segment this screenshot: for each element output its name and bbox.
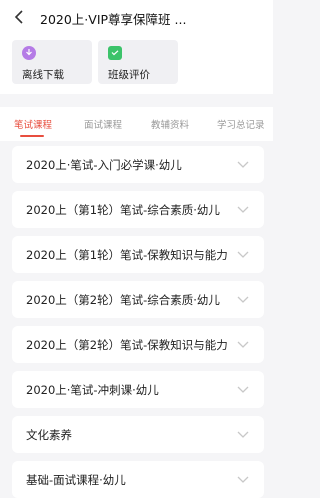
chevron-left-icon bbox=[14, 10, 23, 24]
course-item-label: 2020上（第2轮）笔试-保教知识与能力 bbox=[26, 338, 228, 352]
class-review-button[interactable]: 班级评价 bbox=[98, 40, 178, 84]
course-item-label: 2020上（第1轮）笔试-综合素质·幼儿 bbox=[26, 203, 220, 217]
course-item-label: 2020上（第1轮）笔试-保教知识与能力 bbox=[26, 248, 228, 262]
chevron-down-icon bbox=[237, 161, 249, 168]
tool-row: 离线下载 班级评价 bbox=[0, 36, 273, 94]
course-item[interactable]: 文化素养 bbox=[12, 416, 264, 453]
course-item-label: 文化素养 bbox=[26, 428, 72, 442]
chevron-down-icon bbox=[237, 296, 249, 303]
course-item[interactable]: 2020上（第2轮）笔试-综合素质·幼儿 bbox=[12, 281, 264, 318]
course-item-label: 2020上·笔试-冲刺课·幼儿 bbox=[26, 383, 159, 397]
tab-bar: 笔试课程 面试课程 教辅资料 学习总记录 bbox=[0, 107, 273, 141]
tab-study-materials[interactable]: 教辅资料 bbox=[151, 117, 189, 131]
chevron-down-icon bbox=[237, 251, 249, 258]
active-tab-indicator bbox=[20, 135, 44, 137]
course-item[interactable]: 2020上·笔试-冲刺课·幼儿 bbox=[12, 371, 264, 408]
chevron-down-icon bbox=[237, 341, 249, 348]
course-item-label: 2020上（第2轮）笔试-综合素质·幼儿 bbox=[26, 293, 220, 307]
chevron-down-icon bbox=[237, 206, 249, 213]
tab-interview-courses[interactable]: 面试课程 bbox=[84, 117, 122, 131]
chevron-down-icon bbox=[237, 386, 249, 393]
tab-written-courses[interactable]: 笔试课程 bbox=[14, 117, 52, 131]
back-button[interactable] bbox=[10, 8, 28, 26]
offline-download-label: 离线下载 bbox=[22, 69, 64, 81]
course-item-label: 基础-面试课程·幼儿 bbox=[26, 473, 126, 487]
course-item[interactable]: 2020上·笔试-入门必学课·幼儿 bbox=[12, 146, 264, 183]
chevron-down-icon bbox=[237, 476, 249, 483]
tab-study-records[interactable]: 学习总记录 bbox=[217, 117, 265, 131]
page-title: 2020上·VIP尊享保障班 ... bbox=[40, 12, 187, 27]
class-review-label: 班级评价 bbox=[108, 69, 150, 81]
course-item[interactable]: 基础-面试课程·幼儿 bbox=[12, 461, 264, 498]
chevron-down-icon bbox=[237, 431, 249, 438]
chat-icon bbox=[108, 46, 122, 60]
course-item-label: 2020上·笔试-入门必学课·幼儿 bbox=[26, 158, 182, 172]
course-item[interactable]: 2020上（第2轮）笔试-保教知识与能力 bbox=[12, 326, 264, 363]
course-item[interactable]: 2020上（第1轮）笔试-综合素质·幼儿 bbox=[12, 191, 264, 228]
offline-download-button[interactable]: 离线下载 bbox=[12, 40, 92, 84]
course-item[interactable]: 2020上（第1轮）笔试-保教知识与能力 bbox=[12, 236, 264, 273]
top-bar: 2020上·VIP尊享保障班 ... bbox=[0, 0, 273, 36]
download-icon bbox=[22, 46, 36, 60]
